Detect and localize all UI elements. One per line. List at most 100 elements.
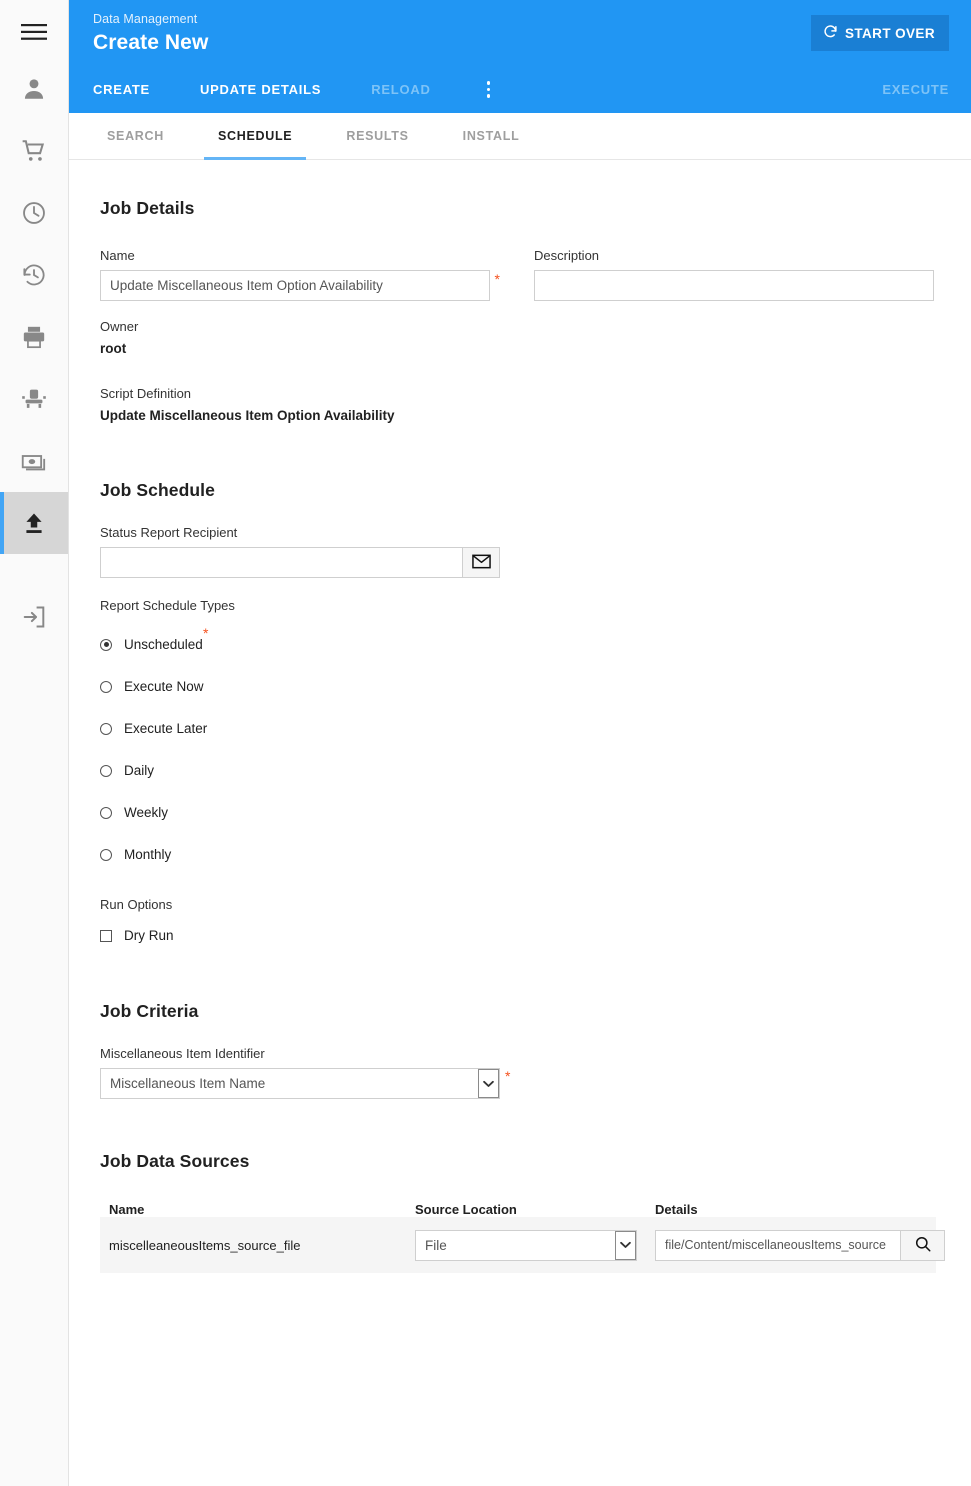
update-details-button[interactable]: UPDATE DETAILS bbox=[200, 82, 321, 97]
radio-daily-input[interactable] bbox=[100, 764, 112, 777]
radio-monthly[interactable]: Monthly bbox=[100, 844, 947, 865]
app-root: Data Management Create New START OVER CR… bbox=[0, 0, 971, 1486]
tab-schedule[interactable]: SCHEDULE bbox=[203, 113, 307, 160]
column-header-name: Name bbox=[109, 1202, 145, 1217]
tab-results[interactable]: RESULTS bbox=[332, 113, 422, 159]
radio-unscheduled[interactable]: Unscheduled * bbox=[100, 626, 947, 655]
radio-execute-now[interactable]: Execute Now bbox=[100, 676, 947, 697]
start-over-label: START OVER bbox=[844, 25, 935, 41]
recipient-input[interactable] bbox=[100, 547, 462, 578]
seat-icon bbox=[21, 386, 47, 412]
name-required-asterisk: * bbox=[494, 271, 500, 287]
job-details-heading: Job Details bbox=[100, 198, 195, 218]
radio-weekly[interactable]: Weekly bbox=[100, 802, 947, 823]
radio-weekly-input[interactable] bbox=[100, 806, 112, 819]
sidebar-item-logout[interactable] bbox=[0, 586, 68, 648]
schedule-types-group: Report Schedule Types Unscheduled * Exec… bbox=[100, 598, 947, 865]
job-criteria-heading: Job Criteria bbox=[100, 1001, 199, 1021]
more-options-icon[interactable] bbox=[481, 81, 497, 98]
description-label: Description bbox=[534, 248, 600, 263]
source-location-select-value: File bbox=[425, 1237, 447, 1253]
app-header: Data Management Create New START OVER bbox=[69, 0, 971, 66]
sidebar-item-printer[interactable] bbox=[0, 306, 68, 368]
start-over-button[interactable]: START OVER bbox=[810, 15, 949, 51]
source-location-select[interactable]: File bbox=[415, 1229, 637, 1261]
identifier-field-group: Miscellaneous Item Identifier Miscellane… bbox=[100, 1046, 947, 1099]
radio-execute-later-input[interactable] bbox=[100, 722, 112, 735]
job-schedule-heading: Job Schedule bbox=[100, 480, 215, 500]
radio-execute-later[interactable]: Execute Later bbox=[100, 718, 947, 739]
identifier-select[interactable]: Miscellaneous Item Name bbox=[100, 1068, 500, 1099]
radio-daily[interactable]: Daily bbox=[100, 760, 947, 781]
script-definition-label: Script Definition bbox=[100, 386, 192, 401]
job-data-sources-heading: Job Data Sources bbox=[100, 1151, 250, 1171]
column-header-source-location: Source Location bbox=[415, 1202, 517, 1217]
kebab-dot bbox=[486, 94, 491, 98]
radio-unscheduled-input[interactable] bbox=[100, 638, 112, 651]
owner-value: root bbox=[100, 341, 127, 356]
tab-install[interactable]: INSTALL bbox=[449, 113, 534, 159]
menu-toggle[interactable] bbox=[0, 6, 68, 58]
tab-bar: SEARCH SCHEDULE RESULTS INSTALL bbox=[69, 113, 971, 160]
sidebar-item-cash[interactable] bbox=[0, 430, 68, 492]
kebab-dot bbox=[486, 87, 491, 92]
checkbox-dry-run[interactable]: Dry Run bbox=[100, 928, 947, 943]
sidebar-item-seat[interactable] bbox=[0, 368, 68, 430]
cell-source-location: File bbox=[415, 1229, 655, 1261]
name-label: Name bbox=[100, 248, 135, 263]
sidebar-item-cart[interactable] bbox=[0, 120, 68, 182]
identifier-select-value: Miscellaneous Item Name bbox=[110, 1076, 266, 1091]
left-sidebar bbox=[0, 0, 69, 1486]
printer-icon bbox=[21, 324, 47, 350]
radio-unscheduled-label: Unscheduled bbox=[124, 637, 203, 652]
name-description-row: Name * Description bbox=[100, 248, 947, 301]
reload-button[interactable]: RELOAD bbox=[371, 82, 430, 97]
shopping-cart-icon bbox=[21, 138, 47, 164]
description-field-group: Description bbox=[534, 248, 934, 301]
details-input[interactable] bbox=[655, 1229, 900, 1261]
main-area: Data Management Create New START OVER CR… bbox=[69, 0, 971, 1486]
hamburger-menu-icon bbox=[21, 23, 47, 41]
script-definition-group: Script Definition Update Miscellaneous I… bbox=[100, 386, 947, 423]
owner-label: Owner bbox=[100, 319, 139, 334]
details-browse-button[interactable] bbox=[900, 1229, 945, 1261]
cell-details bbox=[655, 1229, 945, 1261]
kebab-dot bbox=[486, 81, 491, 85]
execute-button[interactable]: EXECUTE bbox=[882, 82, 949, 97]
radio-daily-label: Daily bbox=[124, 763, 155, 778]
dry-run-checkbox-input[interactable] bbox=[100, 929, 112, 942]
sidebar-item-history[interactable] bbox=[0, 244, 68, 306]
tab-search[interactable]: SEARCH bbox=[93, 113, 178, 159]
run-options-group: Run Options Dry Run bbox=[100, 897, 947, 943]
name-field-group: Name * bbox=[100, 248, 500, 301]
identifier-label: Miscellaneous Item Identifier bbox=[100, 1046, 265, 1061]
create-button[interactable]: CREATE bbox=[93, 82, 150, 97]
name-input[interactable] bbox=[100, 270, 490, 301]
sidebar-item-upload[interactable] bbox=[0, 492, 68, 554]
schedule-required-asterisk: * bbox=[203, 625, 209, 641]
chevron-down-icon bbox=[478, 1069, 499, 1098]
chevron-down-icon bbox=[615, 1230, 636, 1260]
data-sources-table: Name Source Location Details miscelleane… bbox=[100, 1202, 945, 1273]
identifier-required-asterisk: * bbox=[505, 1068, 511, 1084]
radio-monthly-input[interactable] bbox=[100, 848, 112, 861]
recipient-picker-button[interactable] bbox=[462, 547, 500, 578]
cell-source-name: miscelleaneousItems_source_file bbox=[109, 1237, 301, 1253]
radio-weekly-label: Weekly bbox=[124, 805, 169, 820]
cash-icon bbox=[21, 448, 47, 474]
person-icon bbox=[21, 76, 47, 102]
history-icon bbox=[21, 262, 47, 288]
recipient-label: Status Report Recipient bbox=[100, 525, 238, 540]
script-definition-value: Update Miscellaneous Item Option Availab… bbox=[100, 408, 395, 423]
search-icon bbox=[914, 1235, 932, 1256]
logout-icon bbox=[21, 604, 47, 630]
run-options-label: Run Options bbox=[100, 897, 173, 912]
owner-field-group: Owner root bbox=[100, 319, 947, 356]
description-input[interactable] bbox=[534, 270, 934, 301]
radio-monthly-label: Monthly bbox=[124, 847, 172, 862]
radio-execute-now-input[interactable] bbox=[100, 680, 112, 693]
sidebar-item-clock[interactable] bbox=[0, 182, 68, 244]
sidebar-item-person[interactable] bbox=[0, 58, 68, 120]
refresh-icon bbox=[823, 24, 838, 42]
